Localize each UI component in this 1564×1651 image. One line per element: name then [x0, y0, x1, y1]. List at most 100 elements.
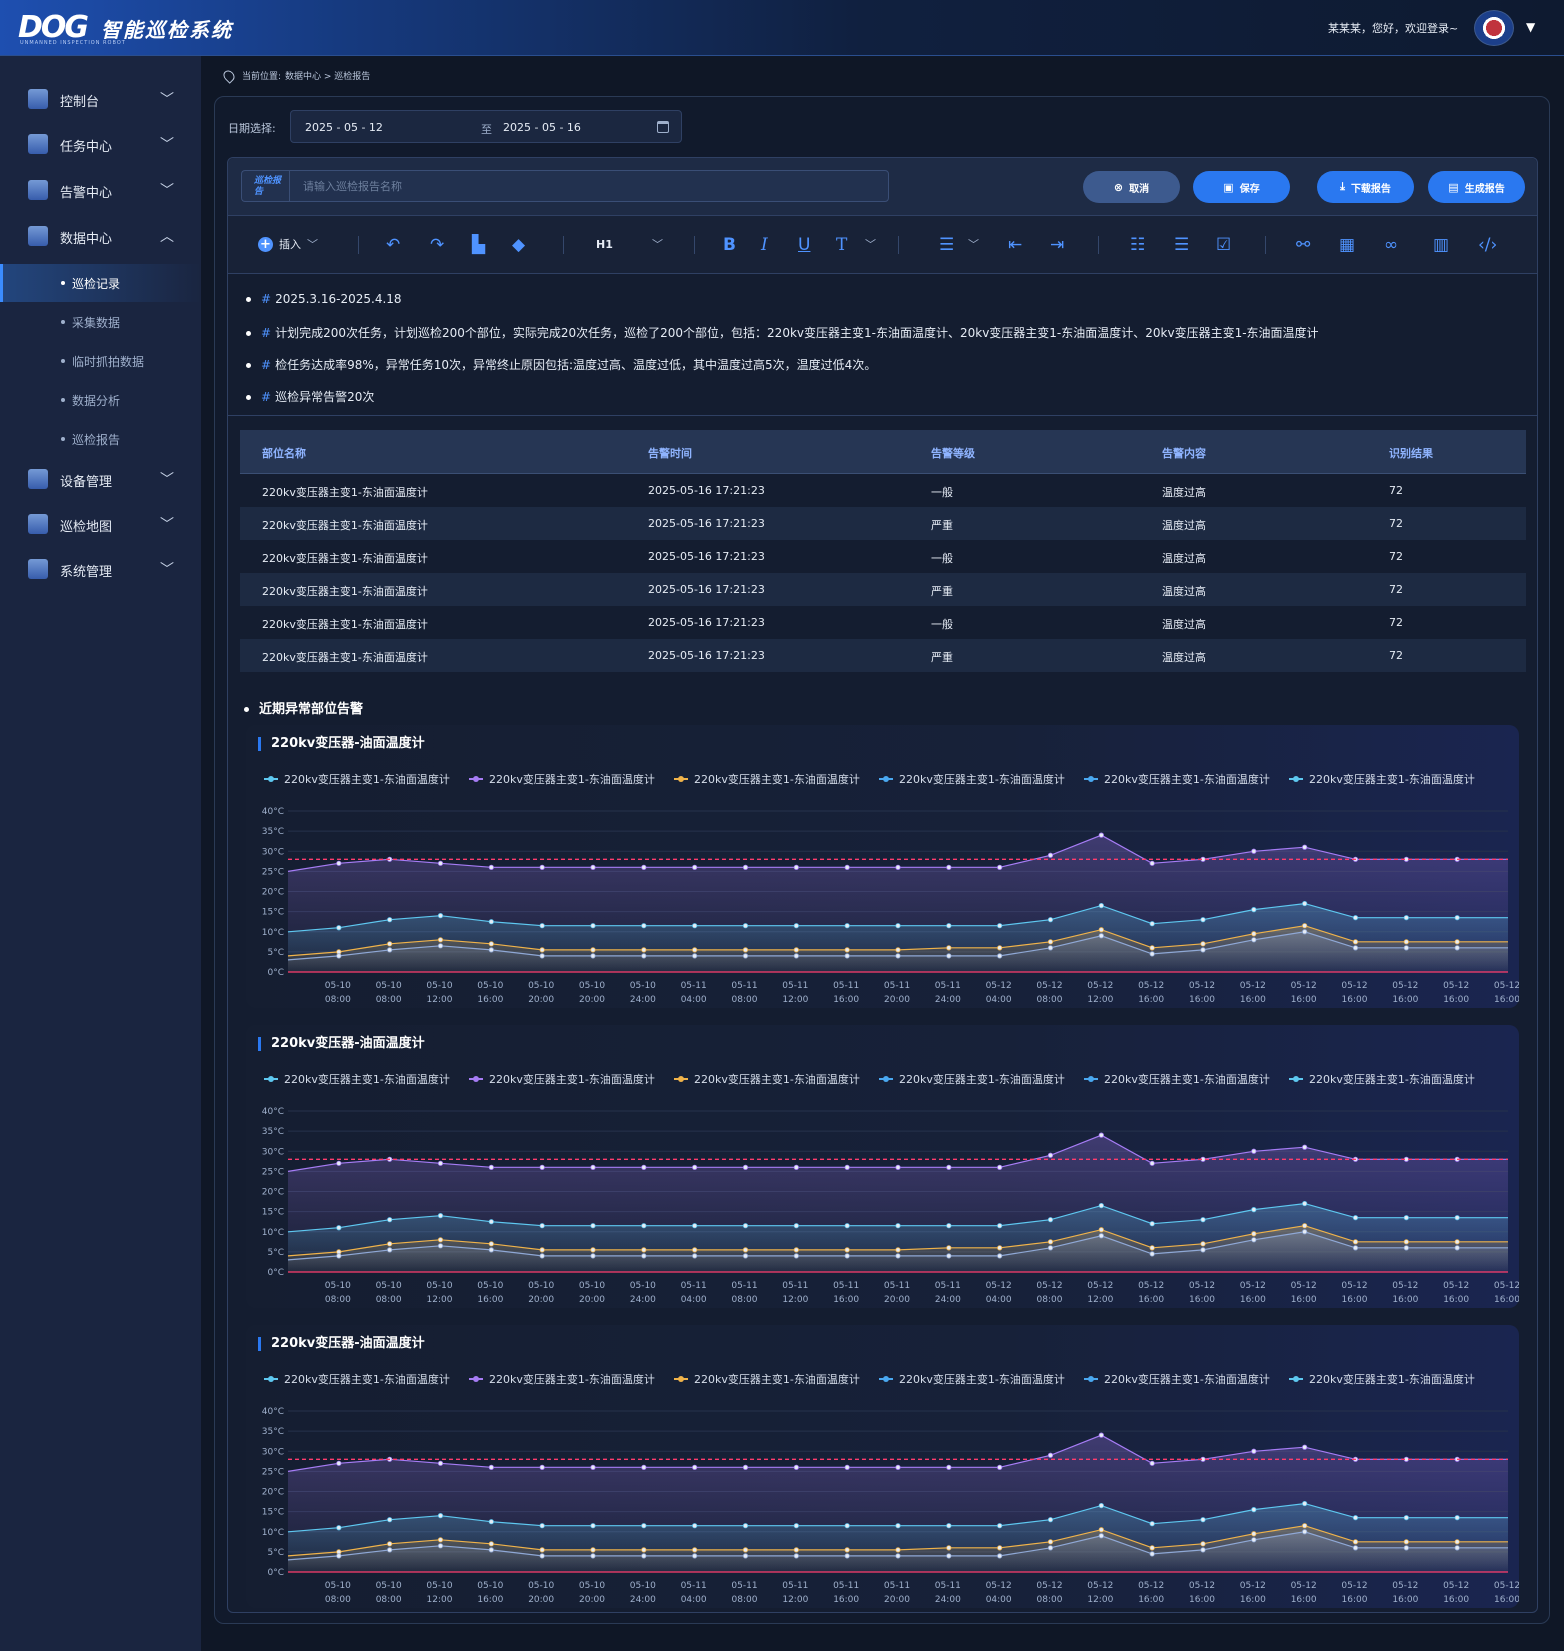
data-point[interactable]	[692, 1247, 698, 1253]
data-point[interactable]	[488, 947, 494, 953]
date-end-value[interactable]: 2025 - 05 - 16	[503, 121, 581, 134]
data-point[interactable]	[590, 864, 596, 870]
data-point[interactable]	[946, 923, 952, 929]
data-point[interactable]	[641, 1223, 647, 1229]
data-point[interactable]	[539, 1253, 545, 1259]
data-point[interactable]	[1251, 907, 1257, 913]
data-point[interactable]	[844, 864, 850, 870]
data-point[interactable]	[1098, 1527, 1104, 1533]
legend-item[interactable]: 220kv变压器主变1-东油面温度计	[1084, 771, 1289, 787]
data-point[interactable]	[844, 947, 850, 953]
data-point[interactable]	[895, 1523, 901, 1529]
link-icon[interactable]: ⚯	[1296, 233, 1310, 257]
data-point[interactable]	[590, 1547, 596, 1553]
data-point[interactable]	[1149, 1245, 1155, 1251]
data-point[interactable]	[793, 947, 799, 953]
data-point[interactable]	[488, 941, 494, 947]
data-point[interactable]	[437, 913, 444, 919]
data-point[interactable]	[539, 923, 545, 929]
data-point[interactable]	[895, 1464, 901, 1470]
data-point[interactable]	[1251, 848, 1257, 854]
caret-down-icon[interactable]: ▼	[1526, 20, 1535, 34]
table-row[interactable]: 220kv变压器主变1-东油面温度计 2025-05-16 17:21:23 一般 温…	[240, 540, 1526, 573]
data-point[interactable]	[1047, 1545, 1054, 1551]
data-point[interactable]	[1251, 1231, 1257, 1237]
data-point[interactable]	[742, 1253, 749, 1259]
generate-report-button[interactable]: ▤ 生成报告	[1428, 171, 1525, 203]
data-point[interactable]	[997, 1464, 1003, 1470]
data-point[interactable]	[793, 1547, 799, 1553]
data-point[interactable]	[1454, 915, 1460, 921]
sidebar-item-system-management[interactable]: 系统管理 ﹀	[0, 548, 201, 590]
data-point[interactable]	[895, 864, 901, 870]
code-icon[interactable]: ‹/›	[1478, 233, 1497, 257]
data-point[interactable]	[692, 864, 698, 870]
data-point[interactable]	[488, 1541, 494, 1547]
table-row[interactable]: 220kv变压器主变1-东油面温度计 2025-05-16 17:21:23 严重 温…	[240, 639, 1526, 672]
legend-item[interactable]: 220kv变压器主变1-东油面温度计	[1289, 1371, 1494, 1387]
data-point[interactable]	[997, 1253, 1003, 1259]
data-point[interactable]	[1352, 1515, 1359, 1521]
data-point[interactable]	[387, 1247, 393, 1253]
data-point[interactable]	[1098, 902, 1104, 909]
data-point[interactable]	[692, 1464, 698, 1470]
data-point[interactable]	[437, 860, 444, 866]
data-point[interactable]	[1149, 860, 1155, 866]
legend-item[interactable]: 220kv变压器主变1-东油面温度计	[674, 1371, 879, 1387]
data-point[interactable]	[793, 953, 799, 959]
data-point[interactable]	[1403, 945, 1409, 951]
data-point[interactable]	[488, 1247, 494, 1253]
data-point[interactable]	[1200, 917, 1206, 923]
data-point[interactable]	[1403, 1239, 1409, 1245]
data-point[interactable]	[1251, 1207, 1257, 1213]
data-point[interactable]	[437, 1243, 444, 1249]
data-point[interactable]	[590, 1164, 596, 1170]
data-point[interactable]	[1098, 933, 1104, 939]
data-point[interactable]	[1302, 1523, 1308, 1529]
data-point[interactable]	[641, 1523, 647, 1529]
data-point[interactable]	[742, 864, 749, 870]
indent-icon[interactable]: ⇥	[1050, 233, 1064, 257]
data-point[interactable]	[488, 1547, 494, 1553]
data-point[interactable]	[1454, 939, 1460, 945]
data-point[interactable]	[641, 1253, 647, 1259]
data-point[interactable]	[692, 1523, 698, 1529]
summary-text[interactable]: 检任务达成率98%，异常任务10次，异常终止原因包括:温度过高、温度过低，其中温…	[275, 358, 876, 372]
data-point[interactable]	[1302, 1500, 1308, 1507]
sidebar-sub-collected-data[interactable]: 采集数据	[0, 303, 201, 341]
sidebar-item-device-management[interactable]: 设备管理 ﹀	[0, 458, 201, 500]
data-point[interactable]	[1149, 951, 1155, 957]
data-point[interactable]	[1149, 921, 1155, 927]
data-point[interactable]	[895, 947, 901, 953]
data-point[interactable]	[1403, 915, 1409, 921]
data-point[interactable]	[1098, 832, 1104, 838]
data-point[interactable]	[997, 864, 1003, 870]
data-point[interactable]	[895, 1253, 901, 1259]
data-point[interactable]	[1149, 1545, 1155, 1551]
data-point[interactable]	[1098, 1233, 1104, 1239]
eraser-icon[interactable]: ◆	[512, 233, 525, 257]
data-point[interactable]	[793, 923, 799, 929]
sidebar-item-alarm-center[interactable]: 告警中心 ﹀	[0, 169, 201, 211]
data-point[interactable]	[590, 1464, 596, 1470]
data-point[interactable]	[1047, 917, 1054, 923]
data-point[interactable]	[539, 1164, 545, 1170]
data-point[interactable]	[742, 1164, 749, 1170]
data-point[interactable]	[387, 1517, 393, 1523]
data-point[interactable]	[387, 947, 393, 953]
data-point[interactable]	[488, 919, 494, 925]
table-icon[interactable]: ▦	[1339, 233, 1355, 257]
unlink-icon[interactable]: ∞	[1384, 233, 1398, 257]
data-point[interactable]	[1251, 1148, 1257, 1154]
data-point[interactable]	[1098, 927, 1104, 933]
data-point[interactable]	[1047, 1539, 1054, 1545]
data-point[interactable]	[1352, 945, 1359, 951]
data-point[interactable]	[641, 1464, 647, 1470]
data-point[interactable]	[336, 860, 342, 866]
data-point[interactable]	[1200, 1247, 1206, 1253]
data-point[interactable]	[1149, 1521, 1155, 1527]
data-point[interactable]	[844, 1164, 850, 1170]
data-point[interactable]	[742, 1464, 749, 1470]
data-point[interactable]	[1200, 1541, 1206, 1547]
data-point[interactable]	[387, 1241, 393, 1247]
